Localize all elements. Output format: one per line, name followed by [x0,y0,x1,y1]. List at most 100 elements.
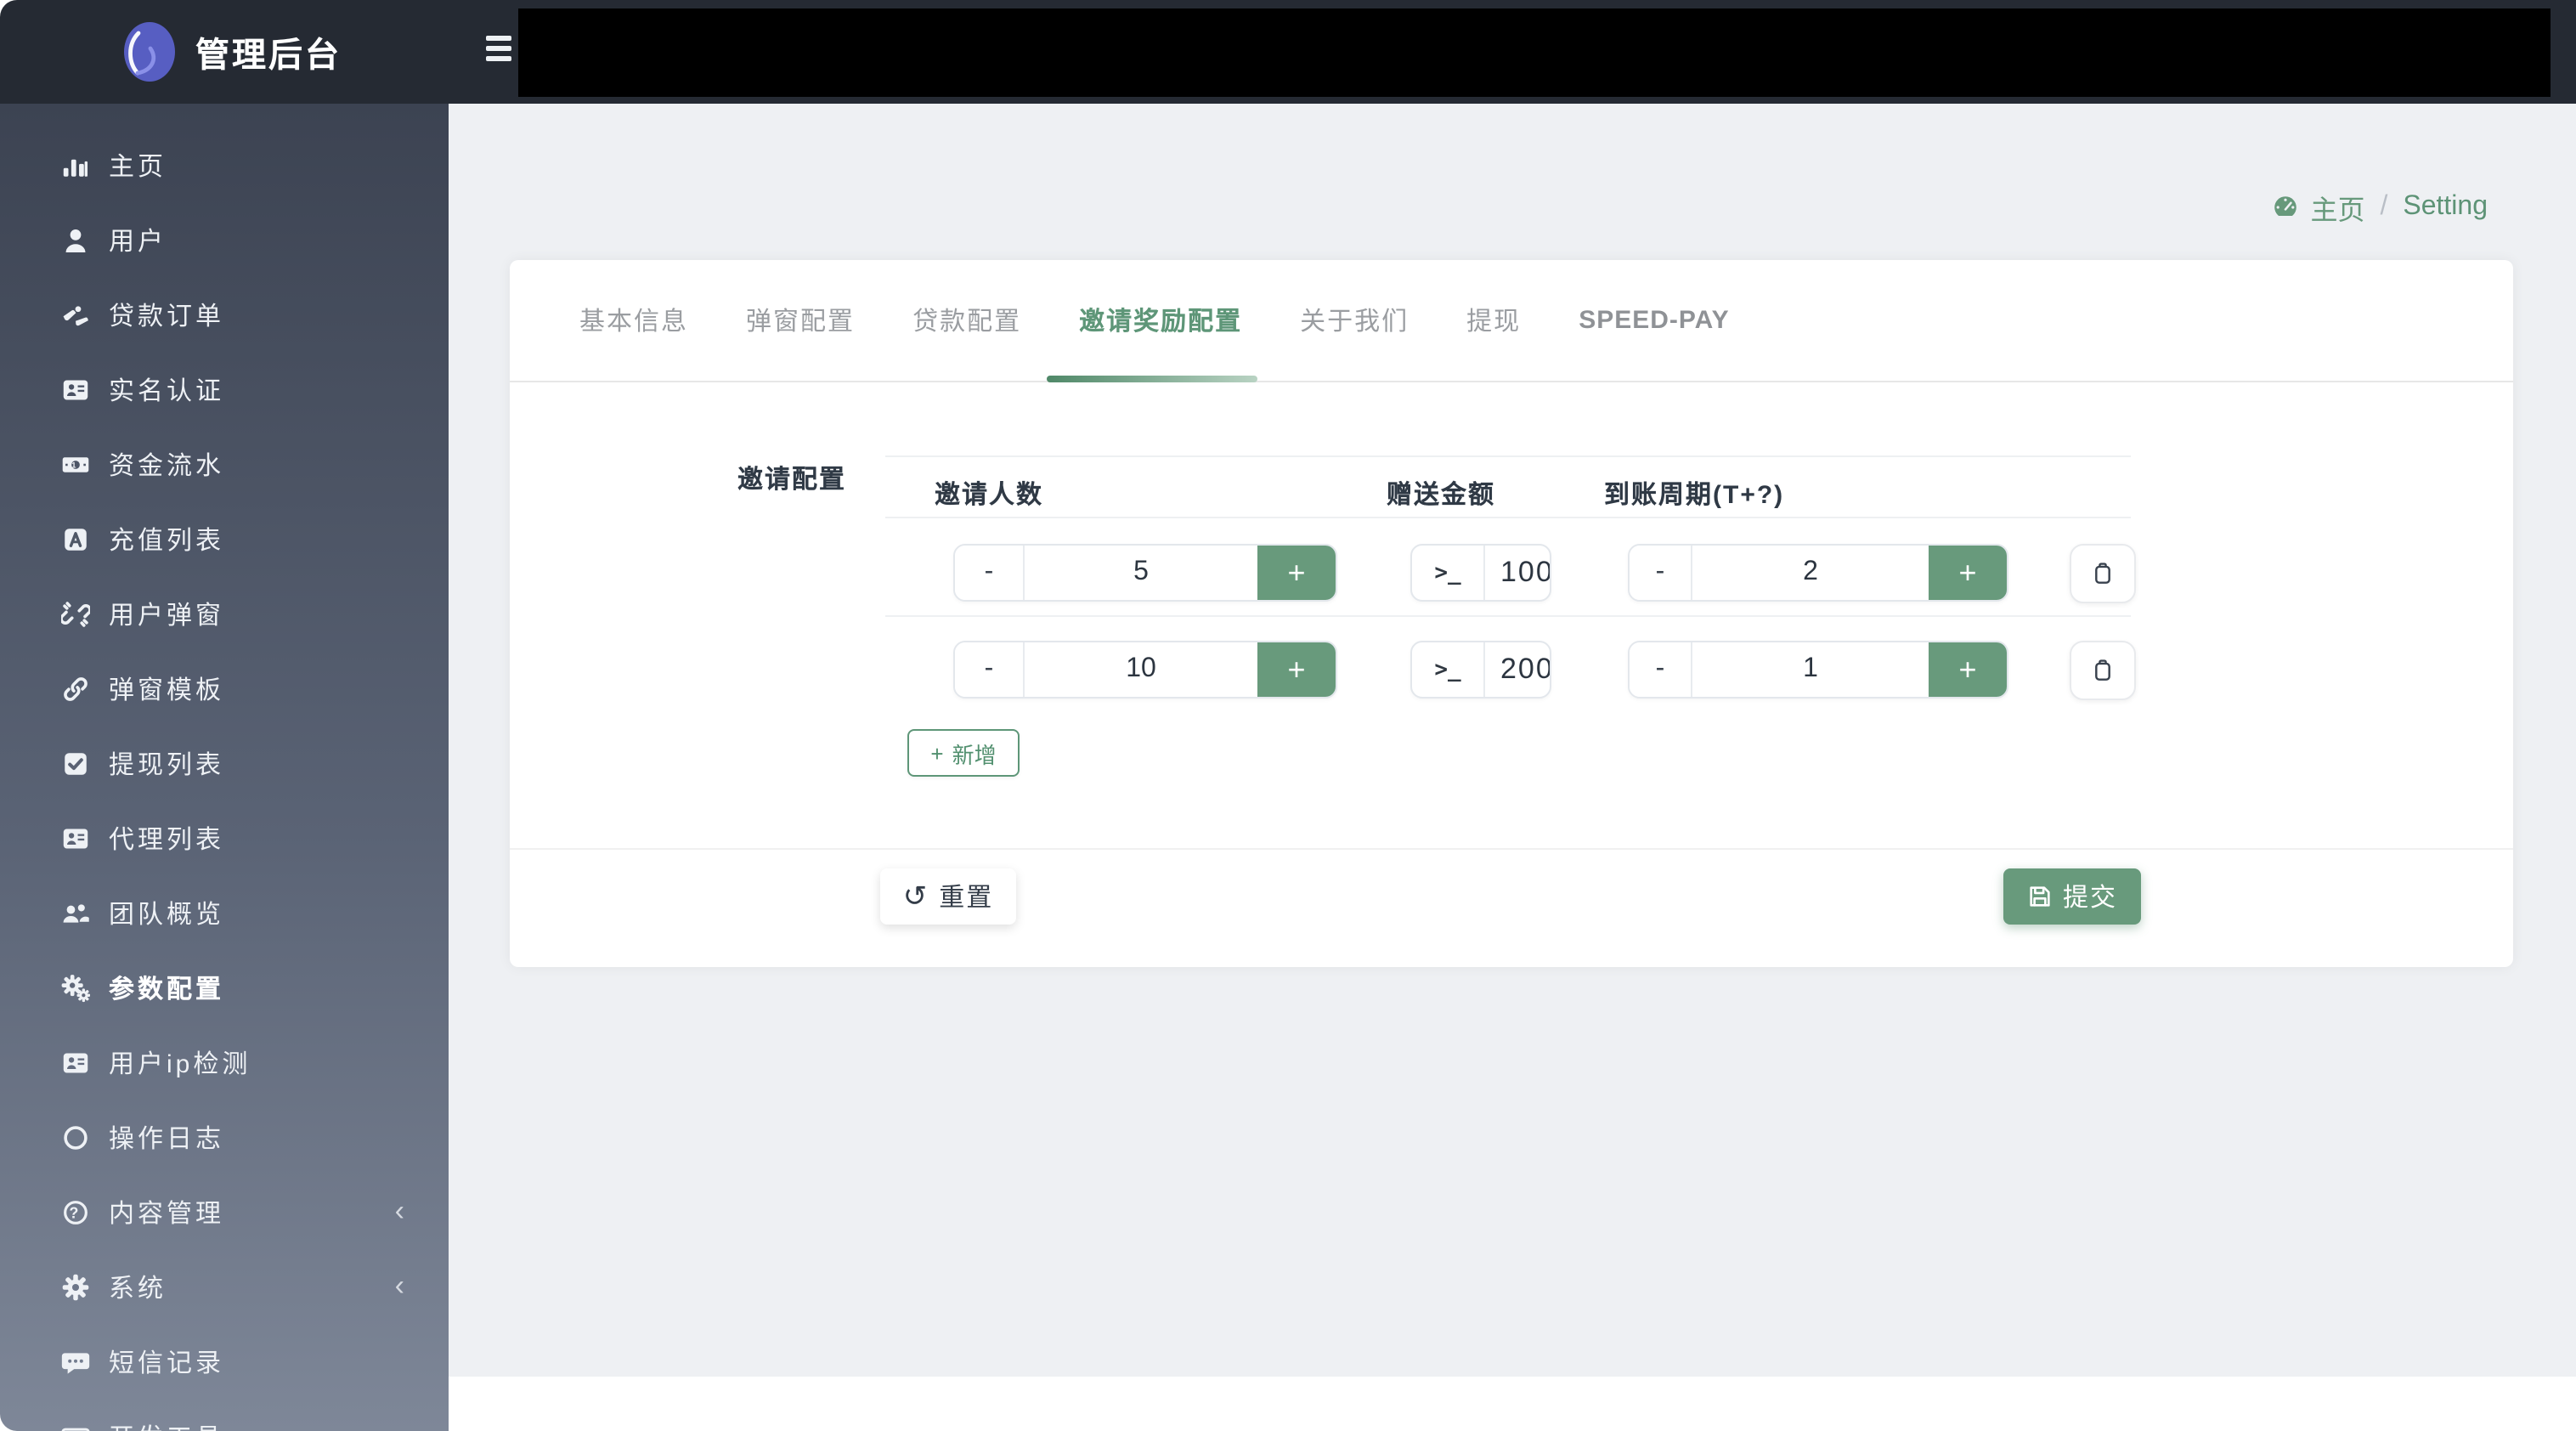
table-border [885,615,2131,617]
sidebar-item-label: 资金流水 [109,451,225,480]
sidebar-item-withdraw-list[interactable]: 提现列表 [0,726,449,800]
question-circle-icon: ? [61,1197,90,1226]
sidebar-item-param-config[interactable]: 参数配置 [0,950,449,1025]
sidebar-item-label: 系统 [109,1274,167,1303]
sidebar-item-system[interactable]: 系统 ‹ [0,1249,449,1324]
tab-speed-pay[interactable]: SPEED-PAY [1579,306,1729,335]
tab-popup-config[interactable]: 弹窗配置 [746,303,855,338]
reset-label: 重置 [939,884,994,913]
sidebar-item-label: 主页 [109,152,167,181]
app-window: 管理后台 主页 用户 贷款订单 实名认证 1 资金流水 充值列表 用户弹窗 弹窗… [0,0,2576,1431]
chevron-left-icon: ‹ [395,1419,404,1431]
sidebar-header: 管理后台 [0,0,449,104]
sidebar-item-label: 团队概览 [109,900,225,929]
bonus-amount-input[interactable]: 200 [1485,642,1550,697]
plus-icon: + [930,740,944,766]
sidebar-item-label: 用户ip检测 [109,1049,251,1078]
gauge-icon [2271,196,2299,221]
sidebar-item-home[interactable]: 主页 [0,127,449,202]
column-header-bonus-amount: 赠送金额 [1387,481,1496,510]
invite-count-input[interactable]: 10 [1025,642,1257,697]
chart-bar-icon [61,150,90,179]
sidebar-item-operation-log[interactable]: 操作日志 [0,1100,449,1174]
tab-withdraw[interactable]: 提现 [1466,303,1521,338]
arrival-period-stepper: - 2 + [1628,544,2008,602]
sidebar-item-real-name-auth[interactable]: 实名认证 [0,352,449,427]
comment-icon [61,1347,90,1376]
hands-icon [61,300,90,329]
trash-icon [2095,659,2110,681]
sidebar-item-popup-template[interactable]: 弹窗模板 [0,651,449,726]
tab-invite-reward-config[interactable]: 邀请奖励配置 [1079,303,1242,338]
svg-text:1: 1 [71,460,79,468]
bonus-amount-input[interactable]: 100 [1485,546,1550,600]
sidebar-item-label: 参数配置 [109,975,225,1004]
add-row-button[interactable]: + 新增 [907,729,1020,777]
app-logo-icon [124,22,175,82]
address-book-icon [61,1048,90,1077]
sidebar-item-label: 贷款订单 [109,302,225,331]
sidebar-item-sms-records[interactable]: 短信记录 [0,1324,449,1399]
chevron-left-icon: ‹ [394,1195,404,1227]
sidebar-item-users[interactable]: 用户 [0,202,449,277]
sidebar-item-recharge-list[interactable]: 充值列表 [0,501,449,576]
sidebar: 主页 用户 贷款订单 实名认证 1 资金流水 充值列表 用户弹窗 弹窗模板 提现… [0,104,449,1431]
active-tab-underline [1047,376,1257,382]
bonus-amount-field: >_ 100 [1410,544,1551,602]
sidebar-item-user-ip-check[interactable]: 用户ip检测 [0,1025,449,1100]
invite-count-increase-button[interactable]: + [1257,642,1336,697]
delete-row-button[interactable] [2070,641,2136,700]
user-icon [61,225,90,254]
link-icon [61,674,90,703]
arrival-period-decrease-button[interactable]: - [1630,642,1692,697]
terminal-prompt-icon: >_ [1412,642,1485,697]
sidebar-item-label: 充值列表 [109,526,225,555]
invite-count-increase-button[interactable]: + [1257,546,1336,600]
users-icon [61,898,90,927]
sidebar-item-label: 弹窗模板 [109,676,225,704]
sidebar-item-team-overview[interactable]: 团队概览 [0,875,449,950]
delete-row-button[interactable] [2070,544,2136,603]
bonus-amount-field: >_ 200 [1410,641,1551,699]
invite-count-decrease-button[interactable]: - [955,642,1025,697]
arrival-period-decrease-button[interactable]: - [1630,546,1692,600]
reset-button[interactable]: ↺ 重置 [880,868,1016,925]
sidebar-item-dev-tools[interactable]: 开发工具 ‹ [0,1399,449,1431]
column-header-invite-count: 邀请人数 [935,481,1044,510]
arrival-period-input[interactable]: 2 [1692,546,1929,600]
sidebar-item-label: 提现列表 [109,750,225,779]
sidebar-item-agent-list[interactable]: 代理列表 [0,800,449,875]
add-row-label: 新增 [952,742,997,767]
unlink-icon [61,599,90,628]
sidebar-item-user-popup[interactable]: 用户弹窗 [0,576,449,651]
terminal-prompt-icon: >_ [1412,546,1485,600]
sidebar-item-content-management[interactable]: ? 内容管理 ‹ [0,1174,449,1249]
topbar [449,0,2576,104]
column-header-arrival-period: 到账周期(T+?) [1604,481,1785,510]
sidebar-item-label: 短信记录 [109,1349,225,1377]
breadcrumb: 主页 / Setting [2271,190,2488,226]
sidebar-item-fund-flow[interactable]: 1 资金流水 [0,427,449,501]
sidebar-item-label: 操作日志 [109,1124,225,1153]
tab-basic-info[interactable]: 基本信息 [579,303,688,338]
tab-about-us[interactable]: 关于我们 [1300,303,1409,338]
circle-icon [61,1123,90,1151]
arrival-period-increase-button[interactable]: + [1929,642,2007,697]
save-icon [2030,886,2050,907]
cogs-icon [61,973,90,1002]
svg-text:?: ? [69,1203,82,1220]
submit-button[interactable]: 提交 [2003,868,2141,925]
invite-count-decrease-button[interactable]: - [955,546,1025,600]
settings-card: 基本信息 弹窗配置 贷款配置 邀请奖励配置 关于我们 提现 SPEED-PAY … [510,260,2513,967]
settings-tabs: 基本信息 弹窗配置 贷款配置 邀请奖励配置 关于我们 提现 SPEED-PAY [510,260,2513,382]
tab-loan-config[interactable]: 贷款配置 [912,303,1021,338]
arrival-period-increase-button[interactable]: + [1929,546,2007,600]
invite-count-input[interactable]: 5 [1025,546,1257,600]
keyboard-icon [61,1422,90,1431]
arrival-period-input[interactable]: 1 [1692,642,1929,697]
sidebar-item-loan-orders[interactable]: 贷款订单 [0,277,449,352]
breadcrumb-home-link[interactable]: 主页 [2310,187,2364,228]
gear-icon [61,1272,90,1301]
hamburger-menu-icon[interactable] [486,36,511,61]
undo-icon: ↺ [902,880,929,913]
